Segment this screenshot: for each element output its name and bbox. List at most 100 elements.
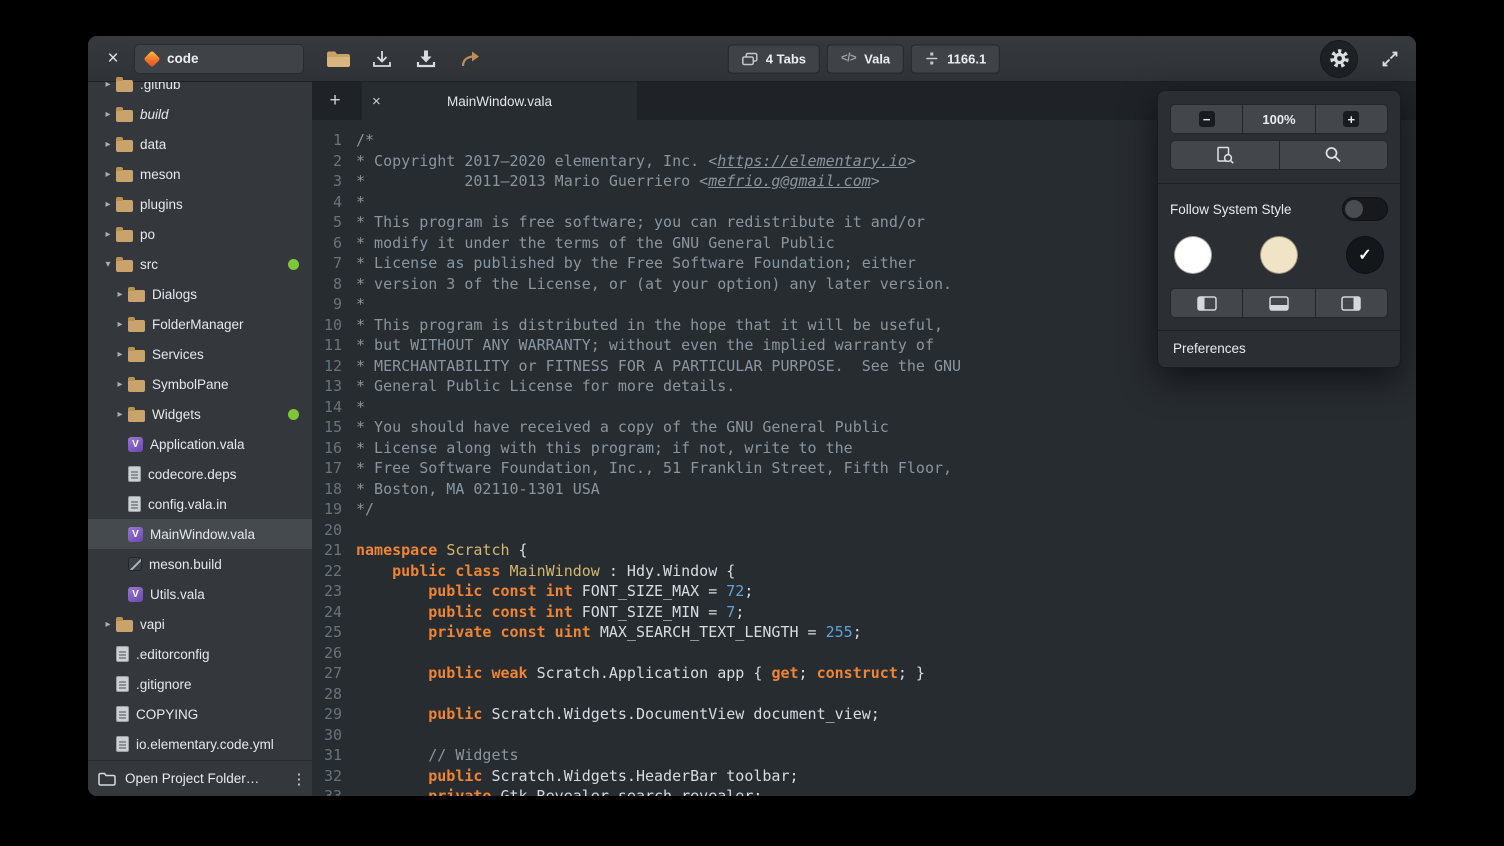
chevron-right-icon[interactable]: ▸ bbox=[100, 139, 116, 150]
settings-popover: − 100% + bbox=[1157, 90, 1401, 368]
tree-item-services[interactable]: ▸Services bbox=[88, 339, 312, 369]
zoom-out-button[interactable]: − bbox=[1170, 104, 1243, 134]
code-line: 17* Free Software Foundation, Inc., 51 F… bbox=[312, 458, 1416, 479]
tree-item-label: data bbox=[140, 137, 166, 152]
goto-line-label: 1166.1 bbox=[947, 51, 986, 66]
code-text: /* bbox=[356, 130, 374, 151]
fullscreen-button[interactable] bbox=[1374, 43, 1406, 75]
zoom-level-button[interactable]: 100% bbox=[1242, 104, 1315, 134]
tree-item-config-vala-in[interactable]: config.vala.in bbox=[88, 489, 312, 519]
chevron-right-icon[interactable]: ▸ bbox=[100, 619, 116, 630]
zoom-in-button[interactable]: + bbox=[1315, 104, 1388, 134]
tree-item-dialogs[interactable]: ▸Dialogs bbox=[88, 279, 312, 309]
sidebar-right-icon bbox=[1341, 296, 1361, 311]
line-number: 2 bbox=[312, 151, 356, 172]
folder-icon bbox=[116, 200, 133, 212]
tree-item-src[interactable]: ▾src bbox=[88, 249, 312, 279]
tree-item-mainwindow-vala[interactable]: VMainWindow.vala bbox=[88, 519, 312, 549]
code-text: * Boston, MA 02110-1301 USA bbox=[356, 479, 600, 500]
chevron-right-icon[interactable]: ▸ bbox=[112, 319, 128, 330]
tab-mainwindow-vala[interactable]: × MainWindow.vala bbox=[362, 82, 637, 120]
tree-item--editorconfig[interactable]: .editorconfig bbox=[88, 639, 312, 669]
line-number: 13 bbox=[312, 376, 356, 397]
file-icon bbox=[116, 706, 129, 722]
headerbar-right-group bbox=[1320, 40, 1406, 78]
style-selector: ✓ bbox=[1174, 236, 1384, 274]
project-name-label: code bbox=[167, 51, 199, 66]
chevron-right-icon[interactable]: ▸ bbox=[100, 169, 116, 180]
toggle-bottom-panel-button[interactable] bbox=[1242, 288, 1315, 318]
tree-item-copying[interactable]: COPYING bbox=[88, 699, 312, 729]
save-as-icon bbox=[415, 49, 437, 69]
tree-item-vapi[interactable]: ▸vapi bbox=[88, 609, 312, 639]
line-number: 29 bbox=[312, 704, 356, 725]
chevron-right-icon[interactable]: ▸ bbox=[100, 229, 116, 240]
global-search-button[interactable] bbox=[1279, 140, 1389, 170]
chevron-right-icon[interactable]: ▸ bbox=[112, 409, 128, 420]
tree-item-codecore-deps[interactable]: codecore.deps bbox=[88, 459, 312, 489]
line-number: 25 bbox=[312, 622, 356, 643]
folder-icon bbox=[116, 260, 133, 272]
code-text: * License along with this program; if no… bbox=[356, 438, 853, 459]
style-light-button[interactable] bbox=[1174, 236, 1212, 274]
tree-item-label: codecore.deps bbox=[148, 467, 237, 482]
tree-item-application-vala[interactable]: VApplication.vala bbox=[88, 429, 312, 459]
chevron-right-icon[interactable]: ▸ bbox=[112, 289, 128, 300]
tree-item-data[interactable]: ▸ data bbox=[88, 129, 312, 159]
toggle-right-panel-button[interactable] bbox=[1315, 288, 1388, 318]
language-button-label: Vala bbox=[864, 51, 890, 66]
chevron-right-icon[interactable]: ▸ bbox=[112, 349, 128, 360]
tree-item-plugins[interactable]: ▸plugins bbox=[88, 189, 312, 219]
code-line: 25 private const uint MAX_SEARCH_TEXT_LE… bbox=[312, 622, 1416, 643]
folder-icon bbox=[128, 320, 145, 332]
save-as-button[interactable] bbox=[410, 43, 442, 75]
save-button[interactable] bbox=[366, 43, 398, 75]
goto-line-button[interactable]: 1166.1 bbox=[911, 44, 1000, 73]
language-button[interactable]: </> Vala bbox=[827, 44, 904, 73]
folder-icon bbox=[128, 350, 145, 362]
tabs-overview-button[interactable]: 4 Tabs bbox=[728, 44, 820, 73]
tree-item-meson-build[interactable]: meson.build bbox=[88, 549, 312, 579]
open-project-folder-button[interactable]: Open Project Folder… bbox=[88, 761, 286, 796]
vcs-status-dot bbox=[288, 409, 299, 420]
tree-item-po[interactable]: ▸po bbox=[88, 219, 312, 249]
gear-icon bbox=[1328, 47, 1351, 70]
project-chooser-button[interactable]: code bbox=[134, 44, 304, 74]
share-button[interactable] bbox=[454, 43, 486, 75]
tree-item--gitignore[interactable]: .gitignore bbox=[88, 669, 312, 699]
tree-item-io-elementary-code-yml[interactable]: io.elementary.code.yml bbox=[88, 729, 312, 759]
new-tab-button[interactable]: + bbox=[320, 82, 350, 120]
follow-system-style-toggle[interactable] bbox=[1342, 197, 1388, 221]
tree-item-utils-vala[interactable]: VUtils.vala bbox=[88, 579, 312, 609]
chevron-down-icon[interactable]: ▾ bbox=[100, 259, 116, 270]
tree-item-foldermanager[interactable]: ▸FolderManager bbox=[88, 309, 312, 339]
preferences-menu-item[interactable]: Preferences bbox=[1158, 330, 1400, 367]
project-menu-button[interactable]: ⋮ bbox=[286, 761, 312, 796]
tree-item-meson[interactable]: ▸meson bbox=[88, 159, 312, 189]
tree-item-widgets[interactable]: ▸ Widgets bbox=[88, 399, 312, 429]
line-number: 10 bbox=[312, 315, 356, 336]
find-in-page-button[interactable] bbox=[1170, 140, 1280, 170]
code-text: * 2011–2013 Mario Guerriero <mefrio.g@gm… bbox=[356, 171, 880, 192]
open-folder-button[interactable] bbox=[322, 43, 354, 75]
toggle-sidebar-button[interactable] bbox=[1170, 288, 1243, 318]
tab-close-button[interactable]: × bbox=[372, 93, 381, 110]
chevron-right-icon[interactable]: ▸ bbox=[100, 109, 116, 120]
tab-title: MainWindow.vala bbox=[447, 94, 552, 109]
tree-item-label: Widgets bbox=[152, 407, 201, 422]
folder-icon bbox=[128, 380, 145, 392]
headerbar: × code bbox=[88, 36, 1416, 82]
folder-icon bbox=[116, 170, 133, 182]
settings-gear-button[interactable] bbox=[1320, 40, 1358, 78]
open-folder-icon bbox=[326, 49, 351, 68]
chevron-right-icon[interactable]: ▸ bbox=[112, 379, 128, 390]
style-sepia-button[interactable] bbox=[1260, 236, 1298, 274]
follow-system-style-row: Follow System Style bbox=[1170, 197, 1388, 221]
style-dark-button[interactable]: ✓ bbox=[1346, 236, 1384, 274]
window-close-button[interactable]: × bbox=[100, 46, 126, 72]
chevron-right-icon[interactable]: ▸ bbox=[100, 199, 116, 210]
code-line: 33 private Gtk.Revealer search_revealer; bbox=[312, 786, 1416, 796]
file-icon bbox=[116, 736, 129, 752]
tree-item-build[interactable]: ▸build bbox=[88, 99, 312, 129]
tree-item-symbolpane[interactable]: ▸SymbolPane bbox=[88, 369, 312, 399]
